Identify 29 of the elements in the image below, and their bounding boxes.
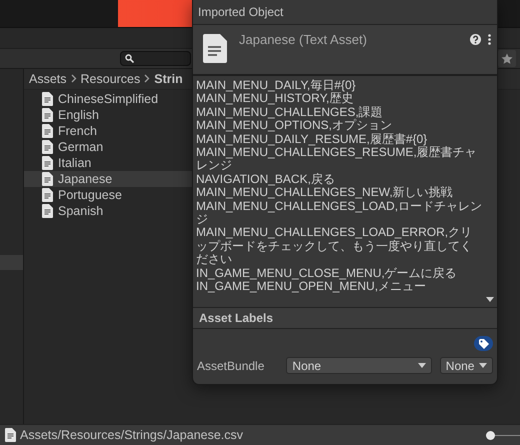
- section-header: Asset Labels: [193, 308, 497, 329]
- text-line: MAIN_MENU_HISTORY,歴史: [196, 92, 354, 106]
- breadcrumb-item[interactable]: Strin: [154, 72, 183, 86]
- file-item[interactable]: English: [24, 107, 192, 123]
- text-line: NAVIGATION_BACK,戻る: [196, 172, 336, 186]
- field-label: AssetBundle: [197, 358, 266, 372]
- file-item[interactable]: Japanese: [24, 171, 192, 187]
- text-line: MAIN_MENU_CHALLENGES_RESUME,履歴書チャレンジ: [196, 146, 478, 173]
- asset-bundle-dropdown[interactable]: None: [286, 357, 432, 374]
- file-item[interactable]: ChineseSimplified: [24, 91, 192, 107]
- file-item[interactable]: German: [24, 139, 192, 155]
- text-line: MAIN_MENU_CHALLENGES_LOAD_ERROR,クリップボードをチェックして、もう一度やり直してください: [196, 226, 474, 267]
- text-line: MAIN_MENU_CHALLENGES_LOAD,ロードチャレンジ: [196, 200, 483, 226]
- breadcrumb-item[interactable]: Assets: [29, 72, 67, 86]
- text-line: MAIN_MENU_OPTIONS,オプション: [196, 119, 394, 133]
- text-line: MAIN_MENU_CHALLENGES_NEW,新しい挑戦: [196, 186, 454, 200]
- text-line: IN_GAME_MENU_OPEN_MENU,メニュー: [196, 280, 428, 294]
- file-item[interactable]: Portuguese: [24, 187, 192, 203]
- file-item[interactable]: Spanish: [24, 203, 192, 219]
- text-line: IN_GAME_MENU_CLOSE_MENU,ゲームに戻る: [196, 266, 458, 280]
- asset-path: Assets/Resources/Strings/Japanese.csv: [20, 428, 244, 442]
- file-item[interactable]: French: [24, 123, 192, 139]
- text-line: MAIN_MENU_DAILY,毎日#{0}: [196, 79, 357, 92]
- asset-title: Japanese (Text Asset): [239, 32, 368, 47]
- text-line: MAIN_MENU_DAILY_RESUME,履歴書#{0}: [196, 132, 428, 146]
- variant-dropdown[interactable]: None: [440, 357, 493, 374]
- text-line: MAIN_MENU_CHALLENGES,課題: [196, 106, 384, 119]
- breadcrumb-item[interactable]: Resources: [80, 72, 140, 86]
- file-item[interactable]: Italian: [24, 155, 192, 171]
